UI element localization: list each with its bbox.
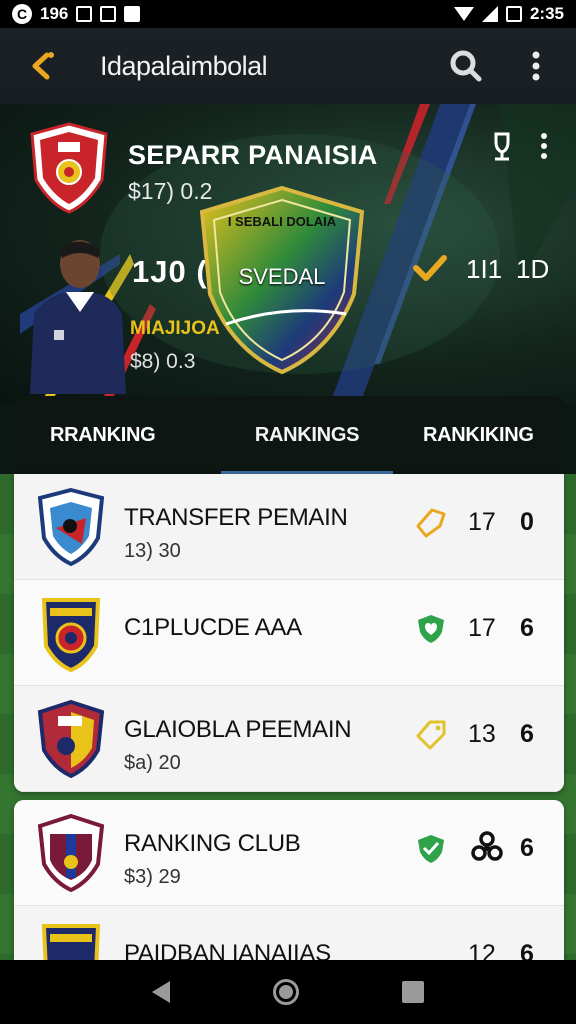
check-shield-icon [418, 835, 444, 863]
club-stat: 13 [468, 720, 496, 748]
club-crest [30, 122, 108, 214]
club-rank: 6 [520, 720, 534, 748]
more-vert-icon [532, 51, 540, 81]
club-crest [41, 924, 101, 960]
tab-rankings[interactable]: RANKINGS [221, 396, 393, 474]
club-hero-banner: SEPARR PANAISIA $17) 0.2 1J0 ( MIAJIJOA … [0, 104, 576, 404]
nav-home-icon[interactable] [272, 979, 299, 1005]
heart-shield-icon [418, 615, 444, 643]
list-item[interactable]: RANKING CLUB $3) 29 6 [14, 800, 564, 906]
club-stat: 17 [468, 508, 496, 536]
tab-ranking-1[interactable]: RRANKING [14, 396, 221, 474]
list-item[interactable]: C1PLUCDE AAA 17 6 [14, 580, 564, 686]
list-item[interactable]: TRANSFER PEMAIN 13) 30 17 0 [14, 474, 564, 580]
club-name: SEPARR PANAISIA [128, 140, 378, 170]
club-name: RANKING CLUB [124, 830, 301, 857]
club-name: C1PLUCDE AAA [124, 614, 302, 641]
club-crest [37, 814, 105, 892]
check-icon [413, 255, 447, 281]
tab-ranking-3[interactable]: RANKIKING [393, 396, 564, 474]
status-bar: C 196 2:35 [0, 0, 576, 28]
notification-icon [124, 6, 141, 22]
club-crest [37, 700, 105, 778]
wifi-icon [453, 7, 474, 21]
club-name: TRANSFER PEMAIN [124, 504, 348, 531]
biohazard-icon [471, 831, 503, 861]
more-options-button[interactable] [516, 46, 556, 86]
player-photo [30, 240, 126, 394]
battery-icon [505, 6, 522, 22]
status-time: 2:35 [529, 4, 564, 23]
image-icon [76, 6, 93, 22]
chevron-left-icon [32, 52, 54, 80]
list-item[interactable]: GLAIOBLA PEEMAIN $a) 20 13 6 [14, 686, 564, 792]
club-price: 13) 30 [124, 540, 181, 562]
tag-outline-icon [416, 508, 446, 538]
list-item[interactable]: PAIDBAN IANAIIAS 12 6 [14, 906, 564, 960]
ranking-list-card: TRANSFER PEMAIN 13) 30 17 0 C1PLUCDE AAA… [14, 474, 564, 792]
club-stat: 17 [468, 614, 496, 642]
hero-stat-2: 1D [516, 254, 550, 284]
app-bar: Idapalaimbolal [0, 28, 576, 104]
club-rank: 6 [520, 614, 534, 642]
tag-outline-icon [416, 720, 446, 750]
player-price: $8) 0.3 [130, 350, 196, 373]
search-icon [450, 50, 482, 82]
club-name: GLAIOBLA PEEMAIN [124, 716, 352, 743]
status-time-left: 196 [40, 4, 69, 23]
system-nav-bar [0, 960, 576, 1024]
trophy-icon[interactable] [488, 130, 516, 162]
carrier-icon: C [12, 4, 32, 24]
club-crest [41, 598, 101, 672]
club-rank: 6 [520, 940, 534, 960]
gallery-icon [100, 6, 117, 22]
club-price: $3) 29 [124, 866, 181, 888]
hero-stat-1: 1I1 [466, 254, 503, 284]
signal-icon [481, 6, 498, 22]
shield-top-text: I SEBALI DOLAIA [227, 214, 337, 229]
nav-recents-icon[interactable] [402, 981, 425, 1003]
nav-back-icon[interactable] [151, 981, 170, 1003]
shield-label: SVEDAL [238, 264, 326, 289]
hero-more-button[interactable] [532, 130, 556, 162]
club-crest [37, 488, 105, 566]
ranking-tabs: RRANKING RANKINGS RANKIKING [14, 396, 564, 474]
back-button[interactable] [20, 44, 64, 88]
club-stat: 12 [468, 940, 496, 960]
club-rank: 6 [520, 834, 534, 862]
ranking-list-card: RANKING CLUB $3) 29 6 PAIDBAN IANAIIAS 1… [14, 800, 564, 960]
club-name: PAIDBAN IANAIIAS [124, 940, 331, 960]
club-price: $a) 20 [124, 752, 181, 774]
club-rank: 0 [520, 508, 534, 536]
app-title: Idapalaimbolal [100, 50, 268, 81]
search-button[interactable] [446, 46, 486, 86]
